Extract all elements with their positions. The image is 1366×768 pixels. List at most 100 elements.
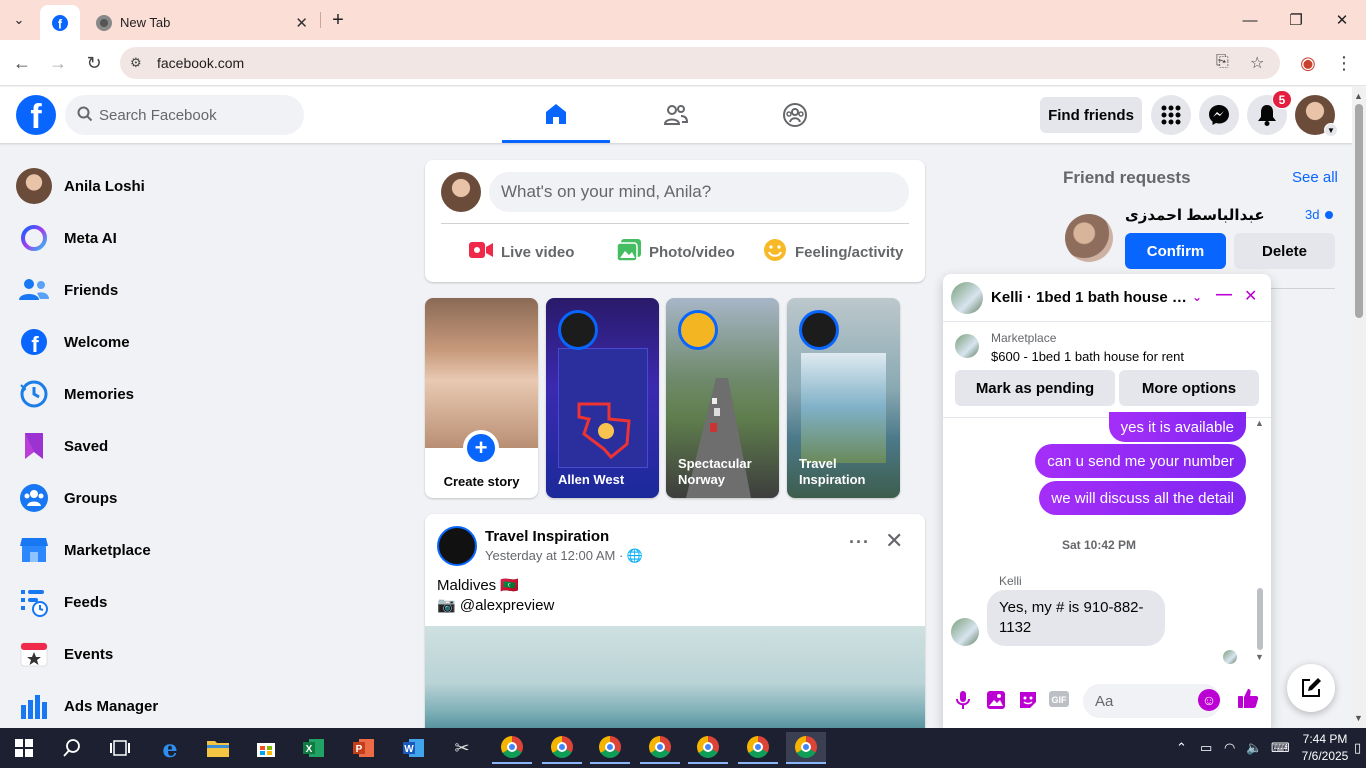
- sidebar-item-meta-ai[interactable]: Meta AI: [8, 212, 348, 264]
- friend-request-avatar[interactable]: [1065, 214, 1113, 262]
- chat-title[interactable]: Kelli · 1bed 1 bath house fo...: [991, 289, 1187, 306]
- chrome-icon[interactable]: [640, 732, 680, 764]
- address-bar[interactable]: ⚙ facebook.com ⎘ ☆: [120, 47, 1280, 79]
- search-box[interactable]: [65, 95, 304, 135]
- profile-icon[interactable]: ◉: [1296, 51, 1320, 75]
- outgoing-message[interactable]: yes it is available: [1108, 412, 1246, 442]
- microphone-icon[interactable]: [955, 690, 971, 715]
- close-icon[interactable]: ✕: [885, 528, 903, 554]
- create-story-card[interactable]: + Create story: [425, 298, 538, 498]
- wifi-icon[interactable]: ◠: [1224, 740, 1235, 756]
- restore-window-icon[interactable]: ❐: [1276, 6, 1316, 34]
- page-scrollbar-thumb[interactable]: [1355, 104, 1363, 318]
- sidebar-item-marketplace[interactable]: Marketplace: [8, 524, 348, 576]
- outgoing-message[interactable]: can u send me your number: [1035, 444, 1246, 478]
- chat-scrollbar[interactable]: [1257, 588, 1263, 650]
- plus-icon[interactable]: +: [463, 430, 499, 466]
- scroll-down-icon[interactable]: ▼: [1255, 652, 1264, 662]
- system-clock[interactable]: 7:44 PM 7/6/2025: [1298, 731, 1352, 765]
- new-message-button[interactable]: [1287, 664, 1335, 712]
- see-all-link[interactable]: See all: [1292, 169, 1338, 186]
- find-friends-button[interactable]: Find friends: [1040, 97, 1142, 133]
- messenger-button[interactable]: [1199, 95, 1239, 135]
- tab-friends[interactable]: [622, 87, 730, 143]
- chevron-up-icon[interactable]: ⌃: [1176, 740, 1187, 756]
- site-settings-icon[interactable]: ⚙: [130, 55, 142, 71]
- sidebar-item-ads-manager[interactable]: Ads Manager: [8, 680, 348, 732]
- story-card[interactable]: Allen West: [546, 298, 659, 498]
- sidebar-item-memories[interactable]: Memories: [8, 368, 348, 420]
- close-icon[interactable]: ✕: [1244, 286, 1257, 306]
- post-author-avatar[interactable]: [437, 526, 477, 566]
- scroll-up-icon[interactable]: ▲: [1255, 418, 1264, 428]
- forward-arrow-icon[interactable]: →: [46, 51, 70, 75]
- snipping-tool-icon[interactable]: ✂: [442, 732, 482, 764]
- live-video-button[interactable]: Live video: [469, 238, 574, 266]
- chrome-icon[interactable]: [786, 732, 826, 764]
- tab-home[interactable]: [502, 87, 610, 143]
- store-icon[interactable]: [246, 732, 286, 764]
- thumbs-up-icon[interactable]: [1237, 687, 1259, 715]
- new-tab-plus-icon[interactable]: +: [326, 8, 350, 32]
- delete-button[interactable]: Delete: [1234, 233, 1335, 269]
- tab-search-chevron-icon[interactable]: ⌄: [6, 8, 32, 32]
- listing-title[interactable]: $600 - 1bed 1 bath house for rent: [991, 349, 1184, 364]
- sidebar-item-profile[interactable]: Anila Loshi: [8, 160, 348, 212]
- more-options-icon[interactable]: ···: [849, 532, 870, 553]
- menu-grid-button[interactable]: [1151, 95, 1191, 135]
- post-author-name[interactable]: Travel Inspiration: [485, 528, 609, 545]
- battery-icon[interactable]: ▭: [1200, 740, 1212, 756]
- chrome-icon[interactable]: [590, 732, 630, 764]
- browser-menu-icon[interactable]: ⋮: [1332, 51, 1356, 75]
- chrome-icon[interactable]: [542, 732, 582, 764]
- chrome-icon[interactable]: [492, 732, 532, 764]
- photo-video-button[interactable]: Photo/video: [616, 238, 735, 266]
- scroll-down-icon[interactable]: ▼: [1354, 713, 1363, 723]
- powerpoint-icon[interactable]: P: [344, 732, 384, 764]
- sidebar-item-friends[interactable]: Friends: [8, 264, 348, 316]
- tab-facebook[interactable]: f: [40, 5, 80, 40]
- gif-icon[interactable]: GIF: [1049, 690, 1069, 713]
- volume-icon[interactable]: 🔈: [1246, 740, 1262, 756]
- reload-icon[interactable]: ↻: [82, 51, 106, 75]
- image-icon[interactable]: [986, 690, 1006, 715]
- sticker-icon[interactable]: [1018, 690, 1038, 715]
- more-options-button[interactable]: More options: [1119, 370, 1259, 406]
- close-tab-icon[interactable]: ✕: [295, 14, 308, 32]
- feeling-activity-button[interactable]: Feeling/activity: [763, 238, 903, 266]
- composer-avatar[interactable]: [441, 172, 481, 212]
- sidebar-item-welcome[interactable]: f Welcome: [8, 316, 348, 368]
- close-window-icon[interactable]: ✕: [1322, 6, 1362, 34]
- sidebar-item-events[interactable]: Events: [8, 628, 348, 680]
- chrome-icon[interactable]: [738, 732, 778, 764]
- story-card[interactable]: Spectacular Norway: [666, 298, 779, 498]
- edge-icon[interactable]: e: [150, 732, 190, 764]
- search-icon[interactable]: [52, 732, 92, 764]
- outgoing-message[interactable]: we will discuss all the detail: [1039, 481, 1246, 515]
- friend-request-name[interactable]: عبدالباسط احمدزی: [1125, 206, 1265, 224]
- windows-start-icon[interactable]: [4, 732, 44, 764]
- tab-groups[interactable]: [741, 87, 849, 143]
- task-view-icon[interactable]: [100, 732, 140, 764]
- bookmark-star-icon[interactable]: ☆: [1250, 53, 1264, 73]
- minimize-window-icon[interactable]: —: [1230, 6, 1270, 34]
- install-app-icon[interactable]: ⎘: [1216, 53, 1229, 71]
- chat-header[interactable]: Kelli · 1bed 1 bath house fo... ⌄ — ✕: [943, 274, 1271, 322]
- emoji-icon[interactable]: ☺: [1198, 689, 1220, 711]
- word-icon[interactable]: W: [394, 732, 434, 764]
- minimize-icon[interactable]: —: [1216, 286, 1232, 304]
- chrome-icon[interactable]: [688, 732, 728, 764]
- account-avatar[interactable]: ▼: [1295, 95, 1338, 137]
- sidebar-item-feeds[interactable]: Feeds: [8, 576, 348, 628]
- scroll-up-icon[interactable]: ▲: [1354, 91, 1363, 101]
- sender-avatar[interactable]: [951, 618, 979, 646]
- whats-on-your-mind-input[interactable]: What's on your mind, Anila?: [489, 172, 909, 212]
- url-text[interactable]: facebook.com: [157, 55, 244, 71]
- language-icon[interactable]: ⌨: [1271, 740, 1290, 756]
- post-timestamp[interactable]: Yesterday at 12:00 AM · 🌐: [485, 548, 643, 564]
- chevron-down-icon[interactable]: ⌄: [1192, 290, 1202, 304]
- facebook-logo-icon[interactable]: f: [16, 95, 56, 135]
- incoming-message[interactable]: Yes, my # is 910-882-1132: [987, 590, 1165, 646]
- excel-icon[interactable]: X: [294, 732, 334, 764]
- search-input[interactable]: [99, 95, 294, 135]
